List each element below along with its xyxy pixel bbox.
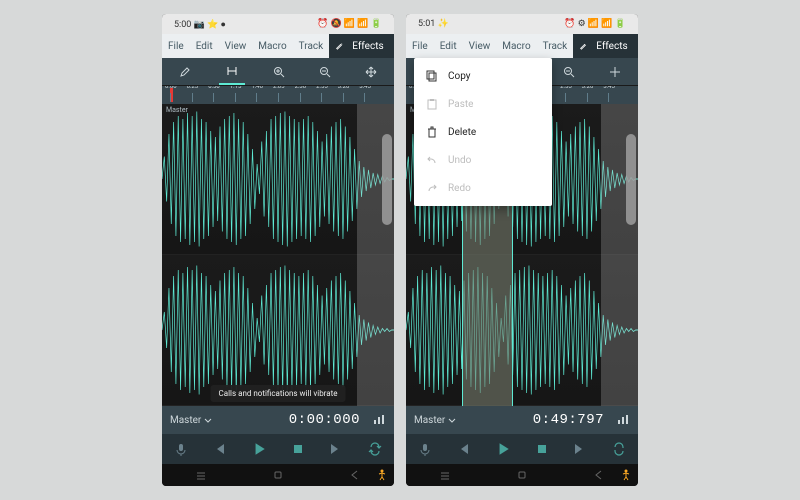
skip-back-icon[interactable]: [212, 442, 226, 456]
ctx-redo[interactable]: Redo: [414, 174, 552, 202]
skip-back-icon[interactable]: [456, 442, 470, 456]
zoom-in-icon[interactable]: [267, 58, 291, 85]
play-icon[interactable]: [495, 441, 511, 457]
android-nav-bar: [406, 464, 638, 486]
phone-left: 5:00 📷 ⭐ ● ⏰ 🔕 📶 📶 🔋 File Edit View Macr…: [162, 14, 394, 486]
tool-bar: [162, 58, 394, 86]
nav-accessibility-icon[interactable]: [620, 469, 632, 481]
chart-icon[interactable]: [616, 413, 630, 427]
android-nav-bar: [162, 464, 394, 486]
play-icon[interactable]: [251, 441, 267, 457]
menu-track[interactable]: Track: [537, 34, 574, 58]
nav-home-icon[interactable]: [272, 469, 284, 481]
timeline-ruler[interactable]: 0:00 0:25 0:50 1:15 1:40 2:05 2:30 2:55 …: [162, 86, 394, 104]
menu-effects[interactable]: Effects: [329, 34, 394, 58]
nav-recent-icon[interactable]: [195, 469, 207, 481]
skip-forward-icon[interactable]: [573, 442, 587, 456]
context-menu: Copy Paste Delete Undo Redo: [414, 58, 552, 206]
status-icons-left: ✨: [438, 19, 449, 29]
move-tool-icon[interactable]: [359, 58, 383, 85]
mic-icon[interactable]: [418, 442, 432, 456]
mic-icon[interactable]: [174, 442, 188, 456]
selection-tool-icon[interactable]: [219, 58, 245, 85]
undo-icon: [426, 154, 438, 166]
time-display: 0:00:000: [289, 412, 360, 428]
menu-edit[interactable]: Edit: [434, 34, 463, 58]
nav-back-icon[interactable]: [349, 469, 361, 481]
scroll-thumb[interactable]: [382, 134, 392, 225]
vibrate-toast: Calls and notifications will vibrate: [211, 385, 346, 402]
zoom-out-icon[interactable]: [313, 58, 337, 85]
nav-home-icon[interactable]: [516, 469, 528, 481]
track-label: Master: [166, 106, 188, 114]
nav-recent-icon[interactable]: [439, 469, 451, 481]
menu-macro[interactable]: Macro: [496, 34, 536, 58]
stop-icon[interactable]: [535, 442, 549, 456]
ctx-copy[interactable]: Copy: [414, 62, 552, 90]
pencil-tool-icon[interactable]: [173, 58, 197, 85]
status-icons-left: 📷 ⭐ ●: [194, 20, 226, 30]
copy-icon: [426, 70, 438, 82]
status-icons-right: ⏰ 🔕 📶 📶 🔋: [317, 19, 382, 29]
menu-view[interactable]: View: [219, 34, 253, 58]
menu-track[interactable]: Track: [293, 34, 330, 58]
phone-right: 5:01 ✨ ⏰ ⚙ 📶 📶 🔋 File Edit View Macro Tr…: [406, 14, 638, 486]
delete-icon: [426, 126, 438, 138]
ctx-undo[interactable]: Undo: [414, 146, 552, 174]
clock: 5:01: [418, 19, 435, 29]
bottom-bar: Master 0:00:000: [162, 406, 394, 434]
menu-macro[interactable]: Macro: [252, 34, 292, 58]
chevron-down-icon: [204, 416, 212, 424]
transport-bar: [406, 434, 638, 464]
loop-icon[interactable]: [612, 442, 626, 456]
menu-bar: File Edit View Macro Track Effects: [406, 34, 638, 58]
nav-accessibility-icon[interactable]: [376, 469, 388, 481]
loop-icon[interactable]: [368, 442, 382, 456]
menu-file[interactable]: File: [406, 34, 434, 58]
ctx-delete[interactable]: Delete: [414, 118, 552, 146]
clock: 5:00: [174, 20, 191, 30]
menu-view[interactable]: View: [463, 34, 497, 58]
zoom-out-icon[interactable]: [557, 58, 581, 85]
bottom-bar: Master 0:49:797: [406, 406, 638, 434]
chart-icon[interactable]: [372, 413, 386, 427]
status-bar: 5:01 ✨ ⏰ ⚙ 📶 📶 🔋: [406, 14, 638, 34]
track-selector[interactable]: Master: [414, 415, 456, 426]
track-area[interactable]: Master Calls and notifications will vibr…: [162, 104, 394, 406]
paste-icon: [426, 98, 438, 110]
menu-bar: File Edit View Macro Track Effects: [162, 34, 394, 58]
skip-forward-icon[interactable]: [329, 442, 343, 456]
nav-back-icon[interactable]: [593, 469, 605, 481]
track-selector[interactable]: Master: [170, 415, 212, 426]
stop-icon[interactable]: [291, 442, 305, 456]
chevron-down-icon: [448, 416, 456, 424]
redo-icon: [426, 182, 438, 194]
time-display: 0:49:797: [533, 412, 604, 428]
ctx-paste[interactable]: Paste: [414, 90, 552, 118]
scroll-thumb[interactable]: [626, 134, 636, 225]
menu-effects[interactable]: Effects: [573, 34, 638, 58]
status-bar: 5:00 📷 ⭐ ● ⏰ 🔕 📶 📶 🔋: [162, 14, 394, 34]
move-tool-icon[interactable]: [603, 58, 627, 85]
status-icons-right: ⏰ ⚙ 📶 📶 🔋: [564, 19, 626, 29]
transport-bar: [162, 434, 394, 464]
menu-file[interactable]: File: [162, 34, 190, 58]
menu-edit[interactable]: Edit: [190, 34, 219, 58]
